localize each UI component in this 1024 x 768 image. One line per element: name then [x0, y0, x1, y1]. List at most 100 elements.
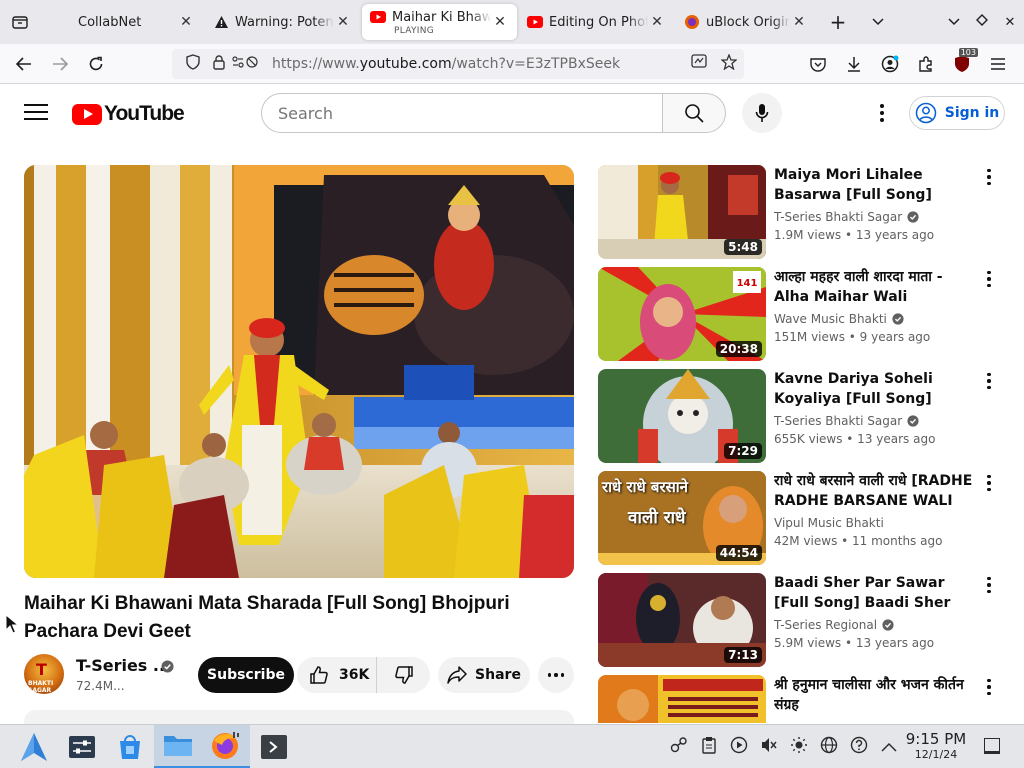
- discover-store-icon[interactable]: [106, 725, 154, 768]
- related-video-title[interactable]: Baadi Sher Par Sawar [Full Song] Baadi S…: [774, 573, 974, 613]
- terminal-icon[interactable]: [250, 725, 298, 768]
- extensions-puzzle-icon[interactable]: [908, 48, 944, 80]
- more-options-icon[interactable]: [982, 167, 996, 189]
- forward-arrow-icon[interactable]: [42, 48, 78, 80]
- related-video-meta: 151M views • 9 years ago: [774, 330, 931, 344]
- bookmark-star-icon[interactable]: [714, 53, 744, 74]
- media-play-icon[interactable]: [724, 736, 754, 758]
- close-tab-icon[interactable]: ✕: [491, 14, 509, 30]
- toolbar-right: 103: [800, 48, 1016, 80]
- like-button[interactable]: 36K: [297, 657, 377, 693]
- app-launcher-icon[interactable]: [10, 725, 58, 768]
- tab-youtube-playing[interactable]: Maihar Ki Bhawani Mata PLAYING ✕: [362, 4, 517, 40]
- close-tab-icon[interactable]: ✕: [177, 14, 195, 30]
- related-video-item[interactable]: 7:13 Baadi Sher Par Sawar [Full Song] Ba…: [598, 573, 1008, 667]
- system-settings-icon[interactable]: [58, 725, 106, 768]
- firefox-taskbar-icon[interactable]: [202, 724, 250, 768]
- channel-avatar[interactable]: T BHAKTI SAGAR: [24, 654, 64, 694]
- taskbar-clock[interactable]: 9:15 PM 12/1/24: [900, 730, 972, 762]
- permissions-icon[interactable]: [232, 55, 258, 73]
- close-window-icon[interactable]: ✕: [996, 15, 1024, 30]
- voice-search-button[interactable]: [742, 93, 782, 133]
- related-video-item[interactable]: 5:48 Maiya Mori Lihalee Basarwa [Full So…: [598, 165, 1008, 259]
- lock-icon[interactable]: [206, 54, 232, 74]
- pocket-icon[interactable]: [800, 48, 836, 80]
- show-desktop-icon[interactable]: [984, 738, 1000, 754]
- share-button[interactable]: Share: [438, 657, 530, 693]
- video-thumbnail[interactable]: राधे राधे बरसाने वाली राधे 44:54: [598, 471, 766, 565]
- verified-check-icon: [907, 211, 919, 223]
- more-options-icon[interactable]: [982, 473, 996, 495]
- search-input[interactable]: [261, 93, 663, 133]
- url-bar[interactable]: https://www.youtube.com/watch?v=E3zTPBxS…: [172, 49, 744, 79]
- connect-icon[interactable]: [664, 736, 694, 758]
- file-manager-icon[interactable]: [154, 724, 202, 768]
- ublock-origin-icon[interactable]: 103: [944, 48, 980, 80]
- subscribe-button[interactable]: Subscribe: [198, 657, 294, 693]
- volume-muted-icon[interactable]: [754, 736, 784, 758]
- related-channel-name[interactable]: Wave Music Bhakti: [774, 312, 904, 326]
- related-video-title[interactable]: श्री हनुमान चालीसा और भजन कीर्तन संग्रह: [774, 675, 974, 715]
- video-thumbnail[interactable]: [598, 675, 766, 723]
- browser-nav-bar: https://www.youtube.com/watch?v=E3zTPBxS…: [0, 44, 1024, 84]
- guide-menu-icon[interactable]: [22, 101, 50, 125]
- like-dislike-group: 36K: [297, 657, 430, 693]
- more-actions-button[interactable]: [538, 657, 574, 693]
- related-video-title[interactable]: Maiya Mori Lihalee Basarwa [Full Song] B…: [774, 165, 974, 205]
- related-video-meta: 42M views • 11 months ago: [774, 534, 943, 548]
- tab-collabnet[interactable]: CollabNet ✕: [48, 4, 203, 40]
- related-video-title[interactable]: राधे राधे बरसाने वाली राधे [RADHE RADHE …: [774, 471, 974, 511]
- close-tab-icon[interactable]: ✕: [790, 14, 808, 30]
- more-options-icon[interactable]: [982, 371, 996, 393]
- related-channel-name[interactable]: Vipul Music Bhakti: [774, 516, 884, 530]
- close-tab-icon[interactable]: ✕: [334, 14, 352, 30]
- sign-in-button[interactable]: Sign in: [909, 96, 1005, 130]
- shield-icon[interactable]: [180, 54, 206, 74]
- related-video-item[interactable]: 7:29 Kavne Dariya Soheli Koyaliya [Full …: [598, 369, 1008, 463]
- close-tab-icon[interactable]: ✕: [648, 14, 666, 30]
- video-thumbnail[interactable]: 7:13: [598, 573, 766, 667]
- related-video-item[interactable]: 141 20:38 आल्हा महहर वाली शारदा माता - A…: [598, 267, 1008, 361]
- more-options-icon[interactable]: [982, 269, 996, 291]
- video-player[interactable]: [24, 165, 574, 578]
- tab-ublock[interactable]: uBlock Origin - ✕: [676, 4, 816, 40]
- youtube-logo-text: YouTube: [104, 102, 185, 125]
- new-tab-icon[interactable]: +: [818, 0, 858, 44]
- reader-view-icon[interactable]: [684, 54, 714, 74]
- video-thumbnail[interactable]: 7:29: [598, 369, 766, 463]
- related-video-title[interactable]: आल्हा महहर वाली शारदा माता - Alha Maihar…: [774, 267, 974, 307]
- more-options-icon[interactable]: [982, 677, 996, 699]
- list-tabs-chevron-icon[interactable]: [858, 0, 898, 44]
- related-channel-name[interactable]: T-Series Regional: [774, 618, 894, 632]
- network-globe-icon[interactable]: [814, 736, 844, 758]
- related-video-title[interactable]: Kavne Dariya Soheli Koyaliya [Full Song]…: [774, 369, 974, 409]
- youtube-logo[interactable]: YouTube: [72, 102, 185, 126]
- minimize-icon[interactable]: [940, 15, 968, 30]
- related-video-meta: 655K views • 13 years ago: [774, 432, 936, 446]
- channel-name[interactable]: T-Series ...: [76, 656, 171, 675]
- video-thumbnail[interactable]: 141 20:38: [598, 267, 766, 361]
- hamburger-menu-icon[interactable]: [980, 48, 1016, 80]
- brightness-icon[interactable]: [784, 736, 814, 758]
- help-icon[interactable]: [844, 736, 874, 758]
- downloads-icon[interactable]: [836, 48, 872, 80]
- related-video-item[interactable]: राधे राधे बरसाने वाली राधे 44:54 राधे रा…: [598, 471, 1008, 565]
- related-channel-name[interactable]: T-Series Bhakti Sagar: [774, 210, 919, 224]
- related-channel-name[interactable]: T-Series Bhakti Sagar: [774, 414, 919, 428]
- more-options-icon[interactable]: [982, 575, 996, 597]
- video-duration: 5:48: [724, 239, 762, 255]
- reload-icon[interactable]: [78, 48, 114, 80]
- clipboard-icon[interactable]: [694, 736, 724, 758]
- back-arrow-icon[interactable]: [6, 48, 42, 80]
- settings-more-icon[interactable]: [870, 101, 894, 125]
- tab-overview-icon[interactable]: [0, 0, 40, 44]
- tab-editing-on-photo[interactable]: Editing On Photo ✕: [519, 4, 674, 40]
- verified-check-icon: [907, 415, 919, 427]
- search-button[interactable]: [662, 93, 726, 133]
- account-icon[interactable]: [872, 48, 908, 80]
- dislike-button[interactable]: [377, 665, 430, 685]
- video-thumbnail[interactable]: 5:48: [598, 165, 766, 259]
- related-video-item[interactable]: श्री हनुमान चालीसा और भजन कीर्तन संग्रह: [598, 675, 1008, 723]
- tab-warning[interactable]: Warning: Potential Security Risk Ahead ✕: [205, 4, 360, 40]
- maximize-icon[interactable]: [968, 14, 996, 30]
